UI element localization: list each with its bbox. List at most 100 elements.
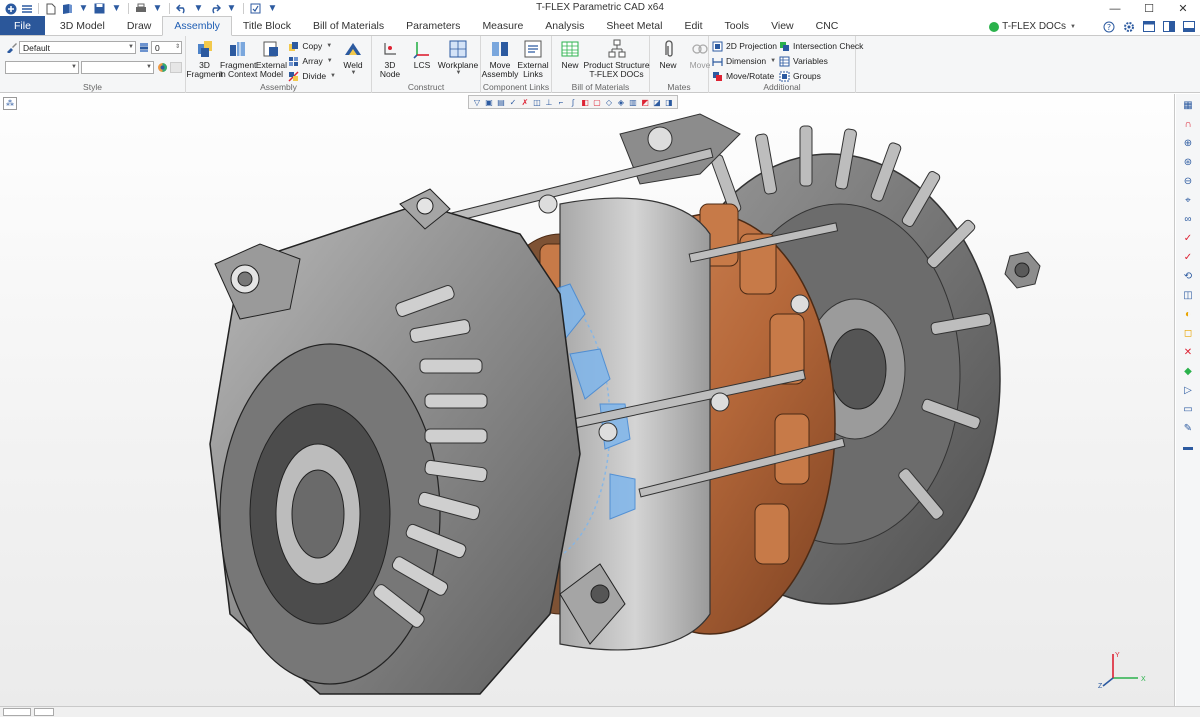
chevron-down-icon: ▼ bbox=[326, 43, 333, 49]
tab-measure[interactable]: Measure bbox=[471, 16, 534, 35]
export-icon[interactable] bbox=[249, 3, 262, 15]
tab-3d-model[interactable]: 3D Model bbox=[49, 16, 116, 35]
fullscreen-icon[interactable] bbox=[1182, 20, 1196, 34]
maximize-icon[interactable]: ☐ bbox=[1132, 0, 1166, 17]
intersection-check-button[interactable]: Intersection Check bbox=[779, 39, 863, 53]
divide-button[interactable]: Divide ▼ bbox=[288, 69, 336, 83]
layer-combo[interactable]: Default ▼ bbox=[19, 41, 136, 54]
tab-bill-of-materials[interactable]: Bill of Materials bbox=[302, 16, 395, 35]
zoom-in-icon[interactable]: ⊕ bbox=[1180, 135, 1197, 151]
color-palette-icon[interactable] bbox=[157, 62, 168, 73]
external-model-label: External Model bbox=[255, 60, 288, 79]
rotate-view-icon[interactable]: ⟲ bbox=[1180, 268, 1197, 284]
spinner-arrows-icon[interactable]: ⇕ bbox=[175, 42, 180, 53]
help-icon[interactable]: ? bbox=[1102, 20, 1116, 34]
close-icon[interactable]: ✕ bbox=[1166, 0, 1200, 17]
tab-file[interactable]: File bbox=[0, 16, 45, 35]
show-bodies-icon[interactable]: ✓ bbox=[1180, 230, 1197, 246]
save-icon[interactable] bbox=[93, 3, 106, 15]
minimize-icon[interactable]: — bbox=[1098, 0, 1132, 17]
ribbon-group-mates: New Move Mates bbox=[650, 36, 710, 93]
tab-edit[interactable]: Edit bbox=[673, 16, 713, 35]
move-rotate-button[interactable]: Move/Rotate bbox=[712, 69, 777, 83]
tab-analysis[interactable]: Analysis bbox=[534, 16, 595, 35]
zoom-out-icon[interactable]: ⊖ bbox=[1180, 173, 1197, 189]
shading-icon[interactable]: ◐ bbox=[1180, 306, 1197, 322]
right-view-toolbar: ▦ ∩ ⊕ ⊛ ⊖ ⌖ ∞ ✓ ✓ ⟲ ◫ ◐ ◻ ✕ ◆ ▷ ▭ ✎ ▬ bbox=[1176, 94, 1200, 706]
undo-dropdown-icon[interactable]: ▼ bbox=[192, 3, 205, 15]
undo-icon[interactable] bbox=[175, 3, 188, 15]
3d-viewport[interactable]: ⁂ ▽ ▣ ▤ ✓ ✗ ◫ ⊥ ⌐ ∫ ◧ ▢ ◇ ◈ ▥ ◩ ◪ ◨ X Y … bbox=[0, 94, 1175, 706]
alternator-model[interactable] bbox=[0, 94, 1175, 706]
ribbon-group-construct: 3D Node LCS Workplane ▼ Construct bbox=[372, 36, 481, 93]
level-spinner[interactable]: 0 ⇕ bbox=[151, 41, 182, 54]
tab-assembly[interactable]: Assembly bbox=[162, 16, 232, 36]
node-3d-label: 3D Node bbox=[379, 60, 401, 79]
save-dropdown-icon[interactable]: ▼ bbox=[110, 3, 123, 15]
line-weight-combo[interactable]: ▼ bbox=[81, 61, 154, 74]
divide-label: Divide bbox=[302, 71, 327, 81]
color-swatch[interactable] bbox=[170, 62, 182, 73]
print-dropdown-icon[interactable]: ▼ bbox=[151, 3, 164, 15]
svg-text:?: ? bbox=[1107, 23, 1111, 32]
separator bbox=[169, 3, 170, 14]
tab-draw[interactable]: Draw bbox=[116, 16, 163, 35]
spreadsheet-icon bbox=[560, 39, 580, 59]
print-icon[interactable] bbox=[134, 3, 147, 15]
tab-title-block[interactable]: Title Block bbox=[232, 16, 302, 35]
customize-dropdown-icon[interactable]: ▼ bbox=[266, 3, 279, 15]
array-button[interactable]: Array ▼ bbox=[288, 54, 336, 68]
redo-dropdown-icon[interactable]: ▼ bbox=[225, 3, 238, 15]
menu-icon[interactable] bbox=[20, 3, 33, 15]
zoom-window-icon[interactable]: ⊛ bbox=[1180, 154, 1197, 170]
tab-cnc[interactable]: CNC bbox=[805, 16, 850, 35]
status-field-2 bbox=[34, 708, 54, 716]
gear-icon[interactable] bbox=[1122, 20, 1136, 34]
paperclip-icon bbox=[658, 39, 678, 59]
panels-icon[interactable] bbox=[1162, 20, 1176, 34]
tab-view[interactable]: View bbox=[760, 16, 805, 35]
workplane-icon bbox=[448, 39, 468, 59]
view-panel-icon[interactable]: ▦ bbox=[1180, 97, 1197, 113]
lcs-icon bbox=[412, 39, 432, 59]
screenshot-icon[interactable]: ▭ bbox=[1180, 401, 1197, 417]
show-elements-icon[interactable]: ✓ bbox=[1180, 249, 1197, 265]
axis-x-label: X bbox=[1141, 676, 1146, 683]
line-type-combo[interactable]: ▼ bbox=[5, 61, 79, 74]
dimension-button[interactable]: Dimension ▼ bbox=[712, 54, 777, 68]
window-layout-icon[interactable] bbox=[1142, 20, 1156, 34]
copy-button[interactable]: Copy ▼ bbox=[288, 39, 336, 53]
hex-nut[interactable] bbox=[1004, 251, 1041, 289]
separator bbox=[128, 3, 129, 14]
array-icon bbox=[288, 56, 299, 67]
dimension-label: Dimension bbox=[726, 56, 767, 66]
material-icon[interactable]: ◆ bbox=[1180, 363, 1197, 379]
group-label-additional: Additional bbox=[763, 82, 801, 92]
projection-2d-button[interactable]: 2D Projection bbox=[712, 39, 777, 53]
wireframe-icon[interactable]: ◻ bbox=[1180, 325, 1197, 341]
variables-button[interactable]: Variables bbox=[779, 54, 863, 68]
ribbon: Default ▼ 0 ⇕ ▼ ▼ Style 3D Fragment Frag… bbox=[0, 36, 1200, 93]
section-icon[interactable]: ✕ bbox=[1180, 344, 1197, 360]
tab-sheet-metal[interactable]: Sheet Metal bbox=[595, 16, 673, 35]
render-icon[interactable]: ✎ bbox=[1180, 420, 1197, 436]
layer-brush-icon[interactable] bbox=[6, 42, 17, 54]
open-icon[interactable] bbox=[60, 3, 73, 15]
new-file-icon[interactable] bbox=[44, 3, 57, 15]
tab-tools[interactable]: Tools bbox=[714, 16, 761, 35]
app-logo-icon[interactable] bbox=[4, 3, 17, 15]
redo-icon[interactable] bbox=[208, 3, 221, 15]
box-view-icon[interactable]: ◫ bbox=[1180, 287, 1197, 303]
tflex-docs-button[interactable]: T-FLEX DOCs ▼ bbox=[989, 21, 1076, 32]
view-glasses-icon[interactable]: ∞ bbox=[1180, 211, 1197, 227]
open-dropdown-icon[interactable]: ▼ bbox=[77, 3, 90, 15]
weld-icon bbox=[343, 39, 363, 59]
magnet-icon[interactable]: ∩ bbox=[1180, 116, 1197, 132]
tab-parameters[interactable]: Parameters bbox=[395, 16, 471, 35]
ribbon-group-additional: 2D Projection Dimension ▼ Move/Rotate Int… bbox=[709, 36, 863, 93]
zoom-extents-icon[interactable]: ⌖ bbox=[1180, 192, 1197, 208]
print-view-icon[interactable]: ▬ bbox=[1180, 439, 1197, 455]
bom-new-label: New bbox=[561, 60, 579, 70]
camera-icon[interactable]: ▷ bbox=[1180, 382, 1197, 398]
groups-button[interactable]: Groups bbox=[779, 69, 863, 83]
